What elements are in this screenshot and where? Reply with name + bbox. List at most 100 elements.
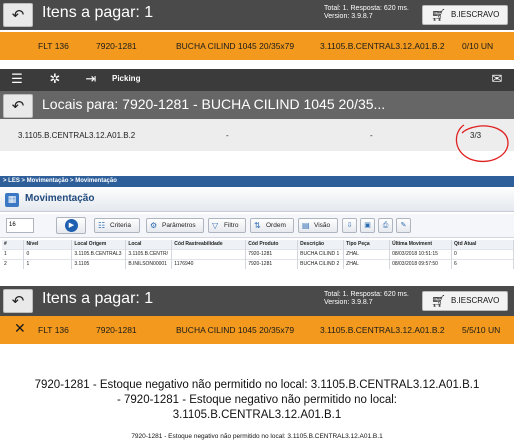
col3-cell: - bbox=[370, 131, 373, 140]
table-cell: 3.1105.B.CENTR/ bbox=[125, 248, 173, 259]
back-arrow-icon: ↶ bbox=[11, 292, 25, 310]
breadcrumb: > LES > Movimentação > Movimentação bbox=[0, 176, 514, 187]
user-button[interactable]: 🛒︎ B.IESCRAVO bbox=[422, 291, 508, 311]
items-header-2: ↶ Itens a pagar: 1 Total: 1. Resposta: 6… bbox=[0, 286, 514, 316]
table-cell: ZHAL bbox=[343, 248, 391, 259]
table-cell: 6 bbox=[451, 258, 514, 269]
col2-cell: - bbox=[226, 131, 229, 140]
criteria-label: Criteria bbox=[110, 222, 131, 229]
envelope-icon[interactable]: ✉ bbox=[488, 71, 506, 89]
response-time-text: Total: 1. Resposta: 620 ms. bbox=[324, 5, 409, 12]
column-header[interactable]: # bbox=[2, 240, 25, 249]
print-button[interactable]: ⎙ bbox=[378, 218, 393, 233]
criteria-button[interactable]: ☷ Criteria bbox=[94, 218, 140, 233]
visao-label: Visão bbox=[314, 222, 331, 229]
page-title: Itens a pagar: 1 bbox=[42, 4, 154, 21]
table-row[interactable]: 1 0 3.1105.B.CENTRAL3 3.1105.B.CENTR/ 79… bbox=[2, 248, 514, 259]
sort-icon: ⇅ bbox=[254, 221, 261, 230]
picking-toolbar: ☰ ✲ ⇥ Picking ✉ bbox=[0, 69, 514, 91]
table-cell: 08/03/2018 10:51:15 bbox=[389, 248, 453, 259]
cart-icon: 🛒︎ bbox=[431, 8, 447, 22]
flight-cell: FLT 136 bbox=[38, 41, 69, 51]
criteria-icon: ☷ bbox=[98, 221, 106, 230]
export-button[interactable]: ⇩ bbox=[342, 218, 357, 233]
location-row[interactable]: 3.1105.B.CENTRAL3.12.A01.B.2 - - 3/3 bbox=[0, 119, 514, 151]
logout-icon[interactable]: ⇥ bbox=[82, 71, 100, 89]
flight-cell: FLT 136 bbox=[38, 325, 69, 335]
column-header[interactable]: Cód Produto bbox=[245, 240, 299, 249]
play-button[interactable]: ▶ bbox=[56, 217, 86, 234]
error-message-line1: 7920-1281 - Estoque negativo não permiti… bbox=[34, 379, 480, 391]
parametros-label: Parâmetros bbox=[162, 222, 196, 229]
x-icon[interactable]: ✕ bbox=[14, 321, 26, 337]
back-button[interactable]: ↶ bbox=[3, 3, 33, 27]
grid-toolbar: 16 ▶ ☷ Criteria ⚙ Parâmetros ▽ Filtro ⇅ Orde… bbox=[0, 214, 514, 238]
table-cell: 1 bbox=[2, 248, 25, 259]
visao-button[interactable]: ▤ Visão bbox=[298, 218, 338, 233]
error-message-small: 7920-1281 - Estoque negativo não permiti… bbox=[131, 433, 383, 440]
item-row[interactable]: ✕ FLT 136 7920-1281 BUCHA CILIND 1045 20… bbox=[0, 316, 514, 344]
column-header[interactable]: Última Moviment bbox=[389, 240, 453, 249]
filtro-label: Filtro bbox=[224, 222, 239, 229]
play-icon: ▶ bbox=[65, 219, 78, 232]
status-info: Total: 1. Resposta: 620 ms. Version: 3.9… bbox=[324, 5, 409, 21]
page-title: Locais para: 7920-1281 - BUCHA CILIND 10… bbox=[42, 96, 386, 112]
column-header[interactable]: Local bbox=[125, 240, 173, 249]
filter-icon: ▽ bbox=[212, 221, 219, 230]
column-header[interactable]: Descrição bbox=[297, 240, 345, 249]
toolbar-label: Picking bbox=[112, 74, 141, 83]
back-arrow-icon: ↶ bbox=[11, 6, 25, 24]
ordem-button[interactable]: ⇅ Ordem bbox=[250, 218, 294, 233]
ordem-label: Ordem bbox=[266, 222, 286, 229]
page-size-select[interactable]: 16 bbox=[6, 218, 34, 233]
movimentacao-table: # Nível Local Origem Local Cód Rastreabi… bbox=[2, 240, 514, 269]
column-header[interactable]: Tipo Peça bbox=[343, 240, 391, 249]
export-icon: ⇩ bbox=[346, 221, 353, 229]
description-cell: BUCHA CILIND 1045 20/35x79 bbox=[176, 41, 295, 51]
table-cell: 08/03/2018 09:57:50 bbox=[389, 258, 453, 269]
error-message-line3: 3.1105.B.CENTRAL3.12.A01.B.1 bbox=[172, 409, 342, 421]
table-cell: BUCHA CILIND 2 bbox=[297, 258, 345, 269]
view-icon: ▤ bbox=[302, 221, 310, 230]
items-header: ↶ Itens a pagar: 1 Total: 1. Resposta: 6… bbox=[0, 0, 514, 30]
tools-button[interactable]: ✎ bbox=[396, 218, 411, 233]
table-cell: 3.1105.B.CENTRAL3 bbox=[71, 248, 127, 259]
filtro-button[interactable]: ▽ Filtro bbox=[208, 218, 246, 233]
cart-icon: 🛒︎ bbox=[431, 294, 447, 308]
save-icon: ▣ bbox=[364, 221, 371, 229]
locais-header: ↶ Locais para: 7920-1281 - BUCHA CILIND … bbox=[0, 91, 514, 119]
table-cell: 3.1105 bbox=[71, 258, 127, 269]
table-cell: 0 bbox=[23, 248, 73, 259]
user-label: B.IESCRAVO bbox=[451, 296, 500, 305]
back-button[interactable]: ↶ bbox=[3, 94, 33, 118]
page-title: Itens a pagar: 1 bbox=[42, 290, 154, 307]
table-cell: 7920-1281 bbox=[245, 248, 299, 259]
movimentacao-header: ▦ Movimentação bbox=[0, 188, 514, 212]
column-header[interactable]: Local Origem bbox=[71, 240, 127, 249]
back-arrow-icon: ↶ bbox=[11, 97, 25, 115]
save-button[interactable]: ▣ bbox=[360, 218, 375, 233]
gear-icon[interactable]: ✲ bbox=[46, 71, 64, 89]
column-header[interactable]: Cód Rastreabilidade bbox=[171, 240, 247, 249]
item-row[interactable]: FLT 136 7920-1281 BUCHA CILIND 1045 20/3… bbox=[0, 32, 514, 60]
version-text: Version: 3.9.8.7 bbox=[324, 299, 373, 306]
back-button[interactable]: ↶ bbox=[3, 289, 33, 313]
table-row[interactable]: 2 1 3.1105 B.INILSON00001 1176940 7920-1… bbox=[2, 258, 514, 269]
parametros-button[interactable]: ⚙ Parâmetros bbox=[146, 218, 204, 233]
user-button[interactable]: 🛒︎ B.IESCRAVO bbox=[422, 5, 508, 25]
location-cell: 3.1105.B.CENTRAL3.12.A01.B.2 bbox=[320, 41, 445, 51]
parametros-icon: ⚙ bbox=[150, 221, 158, 230]
print-icon: ⎙ bbox=[382, 221, 389, 229]
qty-cell: 0/10 UN bbox=[462, 41, 494, 51]
table-cell: 2 bbox=[2, 258, 25, 269]
column-header[interactable]: Nível bbox=[23, 240, 73, 249]
wrench-icon: ✎ bbox=[400, 221, 407, 229]
status-info: Total: 1. Resposta: 620 ms. Version: 3.9… bbox=[324, 291, 409, 307]
page-title: Movimentação bbox=[25, 193, 95, 204]
response-time-text: Total: 1. Resposta: 620 ms. bbox=[324, 291, 409, 298]
page-size-value: 16 bbox=[9, 222, 16, 228]
list-icon[interactable]: ☰ bbox=[8, 71, 26, 89]
column-header[interactable]: Qtd Atual bbox=[451, 240, 514, 249]
table-cell: 1176940 bbox=[171, 258, 247, 269]
table-cell: ZHAL bbox=[343, 258, 391, 269]
